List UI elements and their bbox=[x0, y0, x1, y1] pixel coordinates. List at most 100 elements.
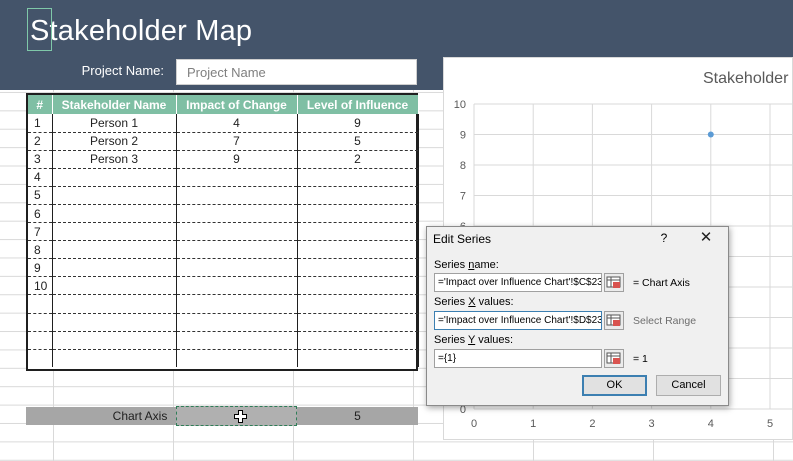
cell-level-of-influence[interactable] bbox=[297, 186, 419, 205]
cell-stakeholder-name[interactable] bbox=[52, 204, 177, 224]
cell-level-of-influence[interactable] bbox=[297, 258, 419, 278]
y-tick-label: 10 bbox=[454, 99, 466, 111]
y-tick-label: 9 bbox=[460, 130, 466, 142]
series-name-preview: = Chart Axis bbox=[633, 277, 690, 289]
column-header-number[interactable]: # bbox=[28, 95, 53, 114]
table-row: 4 bbox=[28, 168, 419, 187]
cell-impact-of-change[interactable] bbox=[176, 204, 298, 224]
cell-impact-of-change[interactable] bbox=[176, 240, 298, 260]
cell-number[interactable]: 10 bbox=[28, 276, 53, 296]
data-point bbox=[707, 131, 714, 138]
cell-level-of-influence[interactable] bbox=[297, 313, 419, 332]
project-name-input[interactable]: Project Name bbox=[176, 59, 417, 85]
y-tick-label: 8 bbox=[460, 160, 466, 172]
cell-number[interactable]: 3 bbox=[28, 150, 53, 169]
chart-axis-y-value[interactable]: 5 bbox=[297, 407, 418, 425]
cell-impact-of-change[interactable] bbox=[176, 222, 298, 242]
project-name-label: Project Name: bbox=[81, 63, 164, 78]
cell-number[interactable]: 1 bbox=[28, 114, 53, 133]
cell-number[interactable]: 6 bbox=[28, 204, 53, 224]
table-header-row: # Stakeholder Name Impact of Change Leve… bbox=[28, 95, 419, 114]
cell-stakeholder-name[interactable] bbox=[52, 349, 177, 368]
table-row: 8 bbox=[28, 240, 419, 260]
ok-button[interactable]: OK bbox=[582, 375, 647, 396]
column-header-level-of-influence[interactable]: Level of Influence bbox=[297, 95, 419, 114]
x-tick-label: 3 bbox=[649, 418, 655, 430]
range-picker-icon bbox=[606, 352, 621, 364]
table-row bbox=[28, 331, 419, 350]
table-row: 5 bbox=[28, 186, 419, 205]
cell-level-of-influence[interactable]: 9 bbox=[297, 114, 419, 133]
cell-number[interactable]: 8 bbox=[28, 240, 53, 260]
cell-stakeholder-name[interactable]: Person 2 bbox=[52, 132, 177, 151]
cell-level-of-influence[interactable] bbox=[297, 240, 419, 260]
table-row bbox=[28, 313, 419, 332]
cell-stakeholder-name[interactable] bbox=[52, 222, 177, 242]
cell-level-of-influence[interactable] bbox=[297, 168, 419, 187]
series-name-label: Series name: bbox=[434, 259, 499, 271]
close-icon[interactable]: ✕ bbox=[697, 228, 715, 246]
cell-stakeholder-name[interactable] bbox=[52, 331, 177, 350]
cancel-button[interactable]: Cancel bbox=[656, 375, 721, 396]
help-icon[interactable]: ? bbox=[657, 231, 671, 245]
cell-level-of-influence[interactable]: 5 bbox=[297, 132, 419, 151]
cell-impact-of-change[interactable] bbox=[176, 294, 298, 314]
cell-stakeholder-name[interactable]: Person 3 bbox=[52, 150, 177, 169]
cell-stakeholder-name[interactable] bbox=[52, 276, 177, 296]
cell-impact-of-change[interactable] bbox=[176, 313, 298, 332]
cell-impact-of-change[interactable] bbox=[176, 349, 298, 368]
cell-stakeholder-name[interactable] bbox=[52, 168, 177, 187]
table-row: 10 bbox=[28, 276, 419, 296]
cell-number[interactable] bbox=[28, 331, 53, 350]
x-values-range-picker-button[interactable] bbox=[604, 311, 624, 330]
cell-impact-of-change[interactable] bbox=[176, 276, 298, 296]
column-header-stakeholder-name[interactable]: Stakeholder Name bbox=[52, 95, 177, 114]
stakeholder-table: # Stakeholder Name Impact of Change Leve… bbox=[26, 93, 419, 371]
cell-stakeholder-name[interactable] bbox=[52, 186, 177, 205]
cell-stakeholder-name[interactable] bbox=[52, 294, 177, 314]
cell-level-of-influence[interactable] bbox=[297, 294, 419, 314]
cell-number[interactable]: 2 bbox=[28, 132, 53, 151]
cell-stakeholder-name[interactable] bbox=[52, 240, 177, 260]
cell-level-of-influence[interactable] bbox=[297, 276, 419, 296]
x-values-input[interactable]: ='Impact over Influence Chart'!$D$23 bbox=[434, 311, 602, 330]
x-tick-label: 2 bbox=[589, 418, 595, 430]
cell-level-of-influence[interactable] bbox=[297, 349, 419, 368]
cell-level-of-influence[interactable]: 2 bbox=[297, 150, 419, 169]
x-values-preview: Select Range bbox=[633, 315, 697, 327]
cell-number[interactable]: 9 bbox=[28, 258, 53, 278]
cell-number[interactable]: 4 bbox=[28, 168, 53, 187]
cell-level-of-influence[interactable] bbox=[297, 204, 419, 224]
cell-impact-of-change[interactable]: 7 bbox=[176, 132, 298, 151]
cell-impact-of-change[interactable] bbox=[176, 186, 298, 205]
cell-number[interactable] bbox=[28, 294, 53, 314]
series-name-range-picker-button[interactable] bbox=[604, 273, 624, 292]
cell-impact-of-change[interactable]: 4 bbox=[176, 114, 298, 133]
cell-number[interactable] bbox=[28, 313, 53, 332]
x-tick-label: 5 bbox=[767, 418, 773, 430]
cell-level-of-influence[interactable] bbox=[297, 331, 419, 350]
page-title: Stakeholder Map bbox=[30, 15, 253, 47]
cell-impact-of-change[interactable] bbox=[176, 331, 298, 350]
y-values-label: Series Y values: bbox=[434, 334, 514, 346]
cell-impact-of-change[interactable] bbox=[176, 258, 298, 278]
cell-number[interactable]: 7 bbox=[28, 222, 53, 242]
series-name-input[interactable]: ='Impact over Influence Chart'!$C$23 bbox=[434, 273, 602, 292]
cell-stakeholder-name[interactable] bbox=[52, 258, 177, 278]
range-picker-icon bbox=[606, 276, 621, 288]
cell-level-of-influence[interactable] bbox=[297, 222, 419, 242]
x-tick-label: 4 bbox=[708, 418, 714, 430]
table-row bbox=[28, 294, 419, 314]
table-row: 2 Person 275 bbox=[28, 132, 419, 151]
y-values-input[interactable]: ={1} bbox=[434, 349, 602, 368]
x-tick-label: 0 bbox=[471, 418, 477, 430]
cell-impact-of-change[interactable] bbox=[176, 168, 298, 187]
cell-number[interactable]: 5 bbox=[28, 186, 53, 205]
cell-stakeholder-name[interactable] bbox=[52, 313, 177, 332]
cell-stakeholder-name[interactable]: Person 1 bbox=[52, 114, 177, 133]
cell-number[interactable] bbox=[28, 349, 53, 368]
range-picker-icon bbox=[606, 314, 621, 326]
column-header-impact-of-change[interactable]: Impact of Change bbox=[176, 95, 298, 114]
cell-impact-of-change[interactable]: 9 bbox=[176, 150, 298, 169]
y-values-range-picker-button[interactable] bbox=[604, 349, 624, 368]
